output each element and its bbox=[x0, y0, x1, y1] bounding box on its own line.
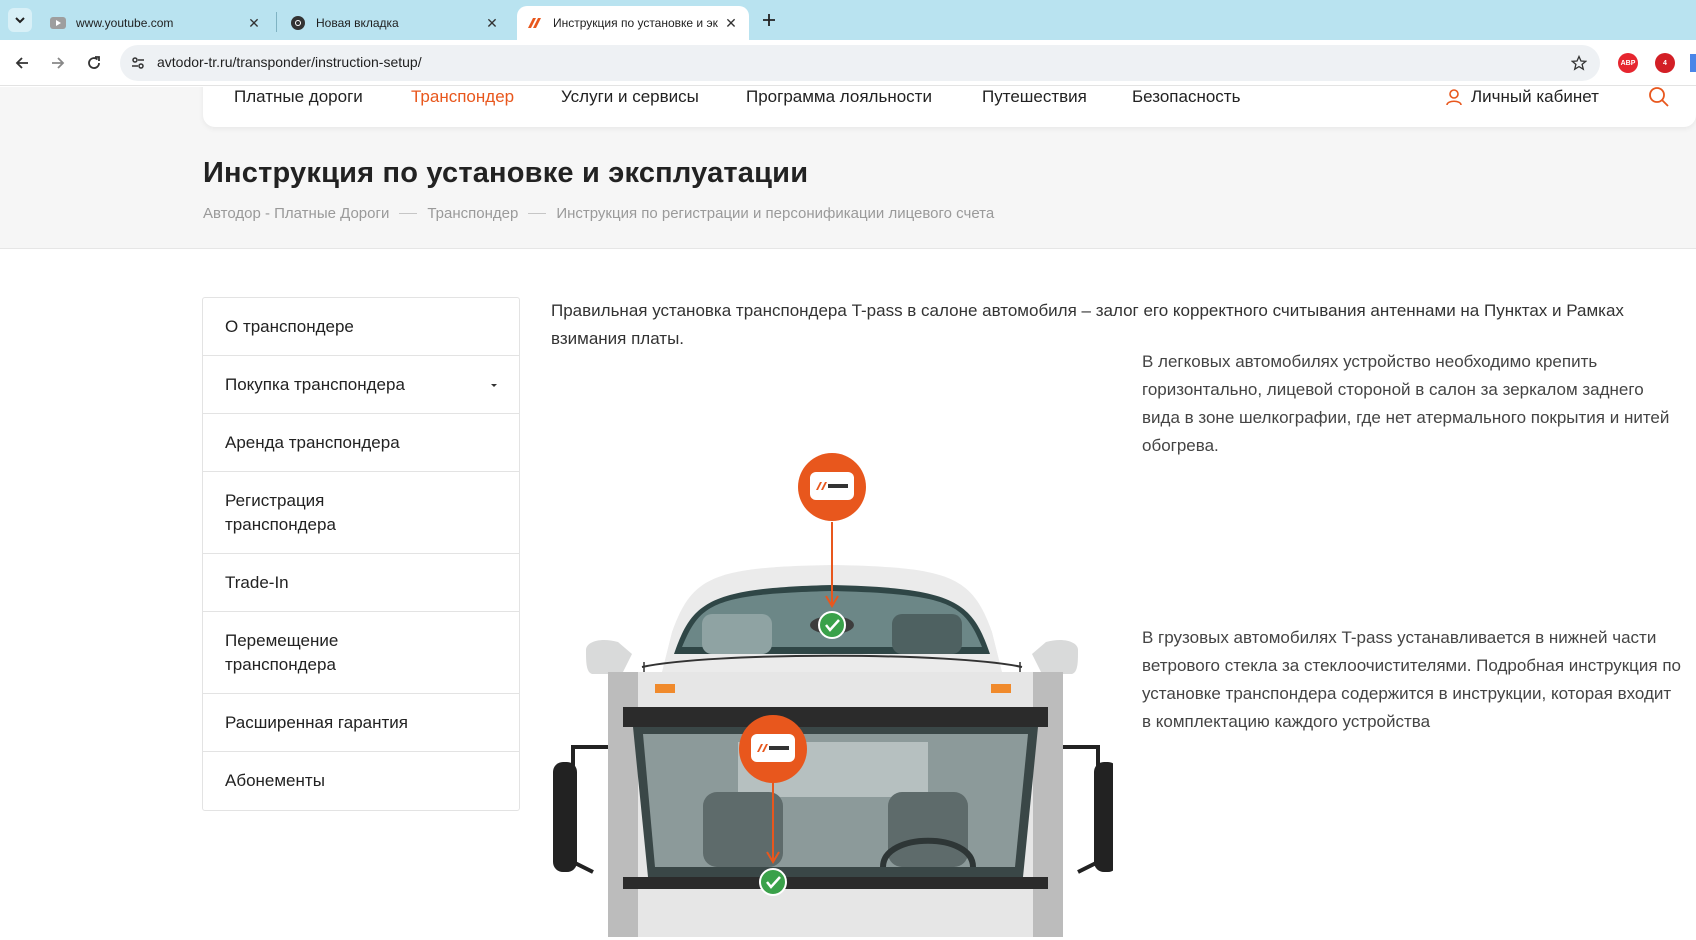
plus-icon bbox=[763, 14, 775, 26]
page-content: Платные дороги Транспондер Услуги и серв… bbox=[0, 87, 1696, 940]
personal-account-label: Личный кабинет bbox=[1471, 87, 1599, 106]
avtodor-logo-icon bbox=[527, 15, 543, 31]
truck-installation-text: В грузовых автомобилях T-pass устанавлив… bbox=[1142, 628, 1682, 731]
browser-tab-bar: www.youtube.com ✕ Новая вкладка ✕ Инстру… bbox=[0, 0, 1696, 40]
arrow-left-icon bbox=[15, 57, 28, 69]
breadcrumb-item-home[interactable]: Автодор - Платные Дороги bbox=[203, 205, 389, 222]
side-menu-item-warranty[interactable]: Расширенная гарантия bbox=[203, 694, 519, 752]
nav-item-services[interactable]: Услуги и сервисы bbox=[561, 87, 699, 107]
tab-search-button[interactable] bbox=[8, 8, 32, 32]
close-tab-icon[interactable]: ✕ bbox=[246, 15, 262, 31]
bookmark-star-icon[interactable] bbox=[1568, 52, 1590, 74]
side-menu-item-purchase[interactable]: Покупка транспондера bbox=[203, 356, 519, 414]
forward-button[interactable] bbox=[45, 50, 71, 76]
browser-toolbar: avtodor-tr.ru/transponder/instruction-se… bbox=[0, 40, 1696, 86]
side-menu: О транспондере Покупка транспондера Арен… bbox=[202, 297, 520, 811]
tab-title: www.youtube.com bbox=[76, 16, 174, 30]
side-menu-item-rent[interactable]: Аренда транспондера bbox=[203, 414, 519, 472]
close-tab-icon[interactable]: ✕ bbox=[723, 15, 739, 31]
tab-new-tab[interactable]: Новая вкладка ✕ bbox=[280, 6, 510, 40]
breadcrumb-item-transponder[interactable]: Транспондер bbox=[427, 205, 518, 222]
side-menu-item-trade-in[interactable]: Trade-In bbox=[203, 554, 519, 612]
site-settings-icon[interactable] bbox=[128, 53, 148, 73]
address-bar[interactable]: avtodor-tr.ru/transponder/instruction-se… bbox=[120, 45, 1600, 81]
breadcrumb: Автодор - Платные Дороги Транспондер Инс… bbox=[203, 205, 994, 222]
nav-item-transponder[interactable]: Транспондер bbox=[411, 87, 514, 107]
close-tab-icon[interactable]: ✕ bbox=[484, 15, 500, 31]
caret-down-icon[interactable] bbox=[491, 383, 497, 387]
tab-title: Новая вкладка bbox=[316, 16, 399, 30]
adblock-plus-icon[interactable]: ABP bbox=[1618, 53, 1638, 73]
intro-text: Правильная установка транспондера T-pass… bbox=[551, 301, 1624, 348]
back-button[interactable] bbox=[9, 50, 35, 76]
reload-icon bbox=[88, 56, 100, 69]
user-icon bbox=[1445, 88, 1463, 106]
arrow-right-icon bbox=[52, 57, 65, 69]
nav-item-toll-roads[interactable]: Платные дороги bbox=[234, 87, 363, 107]
breadcrumb-item-current: Инструкция по регистрации и персонификац… bbox=[556, 205, 995, 222]
new-tab-button[interactable] bbox=[757, 8, 781, 32]
youtube-icon bbox=[50, 15, 66, 31]
side-menu-item-registration[interactable]: Регистрация транспондера bbox=[203, 472, 519, 554]
side-menu-item-relocation[interactable]: Перемещение транспондера bbox=[203, 612, 519, 694]
extension-edge-icon[interactable] bbox=[1690, 54, 1696, 72]
url-text[interactable]: avtodor-tr.ru/transponder/instruction-se… bbox=[157, 54, 422, 70]
tab-youtube[interactable]: www.youtube.com ✕ bbox=[40, 6, 272, 40]
nav-item-safety[interactable]: Безопасность bbox=[1132, 87, 1240, 107]
breadcrumb-separator bbox=[399, 213, 418, 214]
reload-button[interactable] bbox=[81, 50, 107, 76]
search-icon[interactable] bbox=[1648, 87, 1670, 108]
chrome-icon bbox=[290, 15, 306, 31]
nav-item-travel[interactable]: Путешествия bbox=[982, 87, 1087, 107]
extension-badge-icon[interactable]: 4 bbox=[1655, 53, 1675, 73]
car-installation-text: В легковых автомобилях устройство необхо… bbox=[1142, 352, 1670, 455]
nav-item-loyalty[interactable]: Программа лояльности bbox=[746, 87, 932, 107]
tab-title: Инструкция по установке и эк bbox=[553, 16, 718, 30]
truck-installation-image bbox=[553, 672, 1118, 940]
side-menu-item-subscriptions[interactable]: Абонементы bbox=[203, 752, 519, 810]
chevron-down-icon bbox=[15, 17, 25, 24]
breadcrumb-separator bbox=[528, 213, 547, 214]
tab-instruction[interactable]: Инструкция по установке и эк ✕ bbox=[517, 6, 749, 40]
personal-account-link[interactable]: Личный кабинет bbox=[1445, 87, 1599, 107]
car-installation-image bbox=[582, 392, 1082, 712]
page-title: Инструкция по установке и эксплуатации bbox=[203, 157, 809, 189]
main-navigation: Платные дороги Транспондер Услуги и серв… bbox=[203, 87, 1696, 127]
tab-separator bbox=[276, 12, 277, 32]
side-menu-item-about[interactable]: О транспондере bbox=[203, 298, 519, 356]
